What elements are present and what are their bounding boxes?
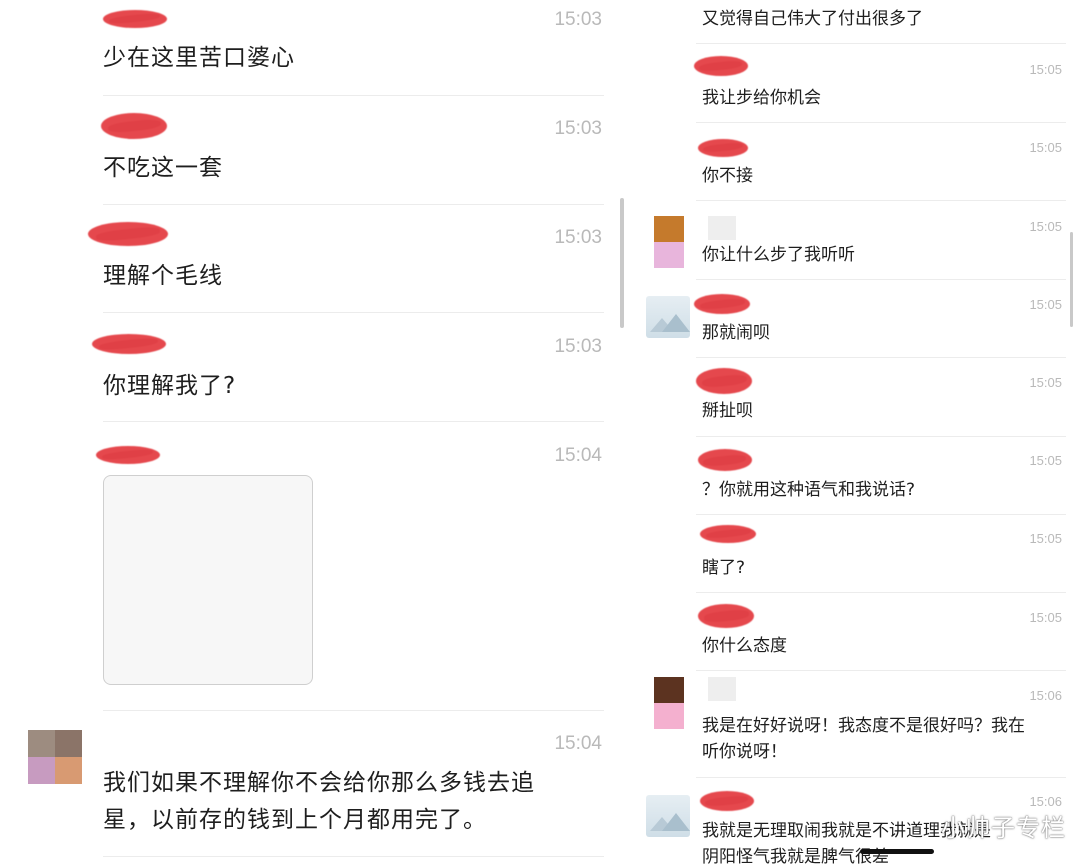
avatar[interactable] (654, 677, 684, 729)
home-indicator[interactable] (860, 849, 934, 854)
scrollbar[interactable] (1070, 232, 1073, 327)
image-message-thumbnail[interactable] (103, 475, 313, 685)
message-time: 15:04 (554, 445, 602, 466)
message-text-line2: 星，以前存的钱到上个月都用完了。 (103, 807, 487, 833)
avatar-tile (55, 757, 82, 784)
separator (696, 122, 1066, 123)
redacted-name (696, 368, 752, 394)
message-text: 你理解我了? (103, 373, 237, 399)
separator (103, 421, 604, 422)
message-text: 你让什么步了我听听 (702, 245, 855, 265)
scrollbar[interactable] (620, 198, 624, 328)
separator (696, 514, 1066, 515)
message-time: 15:03 (554, 118, 602, 139)
message-text: 不吃这一套 (103, 155, 223, 181)
avatar-tile (55, 730, 82, 757)
separator (696, 43, 1066, 44)
message-text: 你不接 (702, 166, 753, 186)
message-time: 15:06 (1029, 688, 1062, 703)
redacted-name (698, 449, 752, 471)
message-text-line2: 听你说呀！ (702, 742, 787, 762)
separator (103, 856, 604, 857)
message-text: 少在这里苦口婆心 (103, 45, 295, 71)
redacted-name (698, 604, 754, 628)
avatar-tile (654, 677, 684, 703)
message-text: 又觉得自己伟大了付出很多了 (702, 9, 923, 29)
redacted-name (103, 10, 167, 28)
message-text: ？你就用这种语气和我说话? (702, 480, 916, 500)
message-text: 那就闹呗 (702, 323, 770, 343)
avatar[interactable] (646, 795, 690, 837)
message-time: 15:03 (554, 336, 602, 357)
redacted-name (698, 139, 748, 157)
message-text: 理解个毛线 (103, 263, 223, 289)
message-text: 你什么态度 (702, 636, 787, 656)
message-time: 15:05 (1029, 453, 1062, 468)
message-time: 15:05 (1029, 62, 1062, 77)
separator (696, 279, 1066, 280)
message-time: 15:05 (1029, 297, 1062, 312)
avatar[interactable] (28, 730, 82, 784)
message-time: 15:03 (554, 227, 602, 248)
avatar-tile (654, 216, 684, 242)
separator (103, 95, 604, 96)
message-time: 15:05 (1029, 140, 1062, 155)
redacted-name (88, 222, 168, 246)
redacted-name (101, 113, 167, 139)
panel-divider (628, 0, 636, 865)
message-time: 15:04 (554, 733, 602, 754)
message-time: 15:03 (554, 9, 602, 30)
message-time: 15:05 (1029, 531, 1062, 546)
separator (696, 436, 1066, 437)
separator (696, 777, 1066, 778)
redacted-name (700, 791, 754, 811)
separator (696, 670, 1066, 671)
separator (696, 357, 1066, 358)
message-text: 掰扯呗 (702, 401, 753, 421)
avatar-tile (654, 242, 684, 268)
redacted-name (694, 294, 750, 314)
avatar[interactable] (654, 216, 684, 268)
message-text-line1: 我们如果不理解你不会给你那么多钱去追 (103, 770, 535, 796)
message-text: 我让步给你机会 (702, 88, 821, 108)
avatar[interactable] (646, 296, 690, 338)
message-time: 15:05 (1029, 219, 1062, 234)
separator (696, 592, 1066, 593)
redacted-name (96, 446, 160, 464)
sender-name-blank (708, 216, 736, 240)
avatar-tile (654, 703, 684, 729)
redacted-name (92, 334, 166, 354)
message-time: 15:06 (1029, 794, 1062, 809)
separator (696, 200, 1066, 201)
watermark-text: 小帅子专栏 (941, 814, 1066, 842)
right-chat-panel: 又觉得自己伟大了付出很多了 15:05 我让步给你机会 15:05 你不接 15… (636, 0, 1080, 865)
redacted-name (700, 525, 756, 543)
message-time: 15:05 (1029, 375, 1062, 390)
message-text-line1: 我是在好好说呀！我态度不是很好吗？我在 (702, 716, 1025, 736)
avatar-tile (28, 757, 55, 784)
separator (103, 710, 604, 711)
message-time: 15:05 (1029, 610, 1062, 625)
left-chat-panel: 15:03 少在这里苦口婆心 15:03 不吃这一套 15:03 理解个毛线 1… (0, 0, 628, 865)
separator (103, 204, 604, 205)
message-text: 瞎了? (702, 558, 746, 578)
redacted-name (694, 56, 748, 76)
separator (103, 312, 604, 313)
sender-name-blank (708, 677, 736, 701)
avatar-tile (28, 730, 55, 757)
